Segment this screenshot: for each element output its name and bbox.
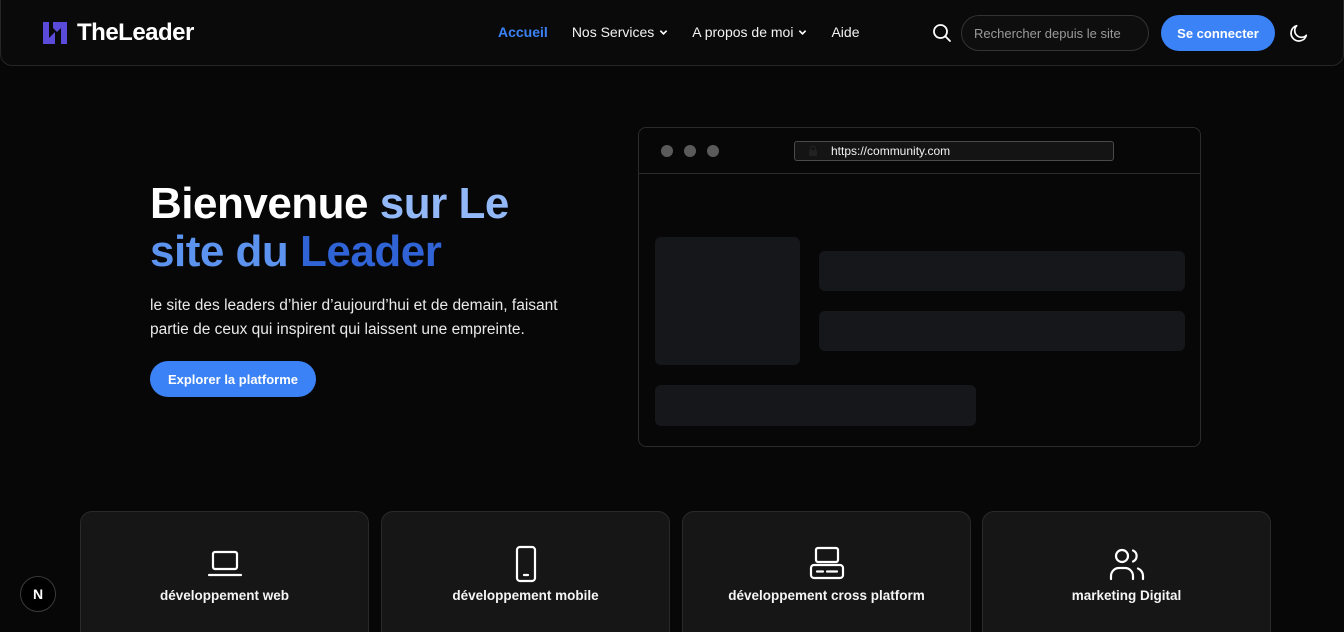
main-nav: Accueil Nos Services A propos de moi Aid… (498, 24, 859, 40)
nav-item-nos-services[interactable]: Nos Services (572, 24, 668, 40)
login-button[interactable]: Se connecter (1161, 15, 1275, 51)
nav-item-a-propos[interactable]: A propos de moi (692, 24, 807, 40)
next-dev-badge[interactable]: N (20, 576, 56, 612)
logo[interactable]: TheLeader (41, 19, 194, 47)
window-dot (684, 145, 696, 157)
window-dot (707, 145, 719, 157)
site-header: TheLeader Accueil Nos Services A propos … (0, 0, 1344, 66)
hero-title: Bienvenue sur Le site du Leader (150, 180, 590, 276)
skeleton-line (819, 311, 1185, 351)
smartphone-icon (515, 545, 536, 583)
laptop-icon (207, 550, 242, 577)
url-bar: https://community.com (794, 141, 1114, 161)
hero-title-part: sur Le (379, 179, 510, 228)
brand-name: TheLeader (77, 19, 194, 46)
hero-subtitle: le site des leaders d’hier d’aujourd’hui… (150, 297, 558, 338)
nav-item-label: A propos de moi (692, 24, 794, 40)
browser-toolbar: https://community.com (639, 128, 1200, 174)
service-card-label: développement cross platform (728, 588, 925, 603)
hero-title-part: site du (150, 227, 289, 276)
window-dot (661, 145, 673, 157)
moon-icon[interactable] (1288, 22, 1310, 44)
lock-icon (809, 145, 817, 156)
service-card-label: marketing Digital (1071, 588, 1182, 603)
url-text: https://community.com (831, 144, 951, 158)
service-card-mobile[interactable]: développement mobile (381, 511, 670, 632)
nav-item-label: Aide (831, 24, 860, 40)
browser-mockup: https://community.com (638, 127, 1201, 447)
chevron-down-icon (799, 29, 807, 35)
explore-button[interactable]: Explorer la platforme (150, 361, 316, 397)
skeleton-line (655, 385, 976, 426)
nav-item-aide[interactable]: Aide (831, 24, 859, 40)
logo-icon (43, 22, 67, 44)
nav-item-label: Nos Services (571, 24, 655, 40)
chevron-down-icon (660, 29, 668, 35)
nav-item-label: Accueil (498, 24, 548, 40)
nav-item-accueil[interactable]: Accueil (498, 24, 548, 40)
service-card-web[interactable]: développement web (80, 511, 369, 632)
hero-title-part: Bienvenue (150, 179, 369, 228)
users-icon (1109, 548, 1144, 581)
skeleton-image (655, 237, 800, 365)
hero-title-part: Leader (300, 227, 442, 276)
service-card-cross-platform[interactable]: développement cross platform (682, 511, 971, 632)
skeleton-line (819, 251, 1185, 291)
search-input[interactable] (961, 15, 1149, 51)
service-card-label: développement web (159, 588, 290, 603)
devices-icon (809, 546, 844, 580)
service-card-label: développement mobile (452, 588, 599, 603)
service-card-marketing[interactable]: marketing Digital (982, 511, 1271, 632)
search-icon[interactable] (932, 23, 952, 43)
